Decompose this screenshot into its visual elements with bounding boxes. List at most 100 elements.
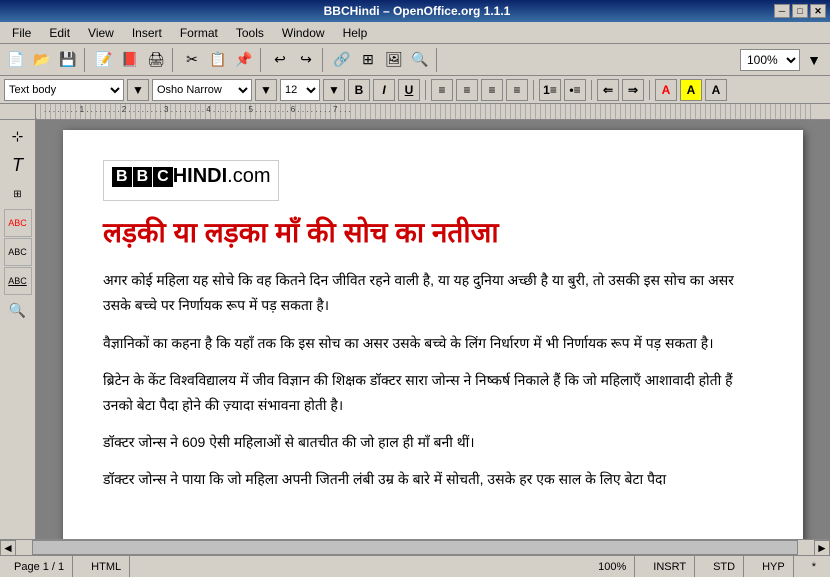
article-para1: अगर कोई महिला यह सोचे कि वह कितने दिन जी… (103, 268, 763, 318)
statusbar: Page 1 / 1 HTML 100% INSRT STD HYP * (0, 555, 830, 577)
insert-status: INSRT (645, 556, 695, 577)
redo-button[interactable]: ↪ (294, 48, 318, 72)
fmt-sep4 (649, 80, 650, 100)
selection-tool-button[interactable]: ⊹ (4, 122, 32, 150)
ruler: . . . . . . . . 1 . . . . . . . . 2 . . … (36, 104, 814, 119)
font-dropdown-button[interactable]: ▼ (255, 79, 277, 101)
hscroll-track[interactable] (32, 540, 798, 555)
font-select[interactable]: Osho Narrow (152, 79, 252, 101)
align-justify-button[interactable]: ≡ (506, 79, 528, 101)
sep5 (436, 48, 440, 72)
align-right-button[interactable]: ≡ (481, 79, 503, 101)
highlight-button[interactable]: A (680, 79, 702, 101)
menu-item-view[interactable]: View (80, 24, 122, 42)
copy-button[interactable]: 📋 (206, 48, 230, 72)
undo-button[interactable]: ↩ (268, 48, 292, 72)
bold-button[interactable]: B (348, 79, 370, 101)
sep4 (322, 48, 326, 72)
open-button[interactable]: 📂 (30, 48, 54, 72)
cut-button[interactable]: ✂ (180, 48, 204, 72)
numbering-button[interactable]: 1≡ (539, 79, 561, 101)
window-title: BBCHindi – OpenOffice.org 1.1.1 (60, 4, 774, 18)
bbc-hindi-label: HINDI (173, 165, 227, 188)
sep1 (84, 48, 88, 72)
article-para4: डॉक्टर जोन्स ने 609 ऐसी महिलाओं से बातची… (103, 430, 763, 455)
maximize-button[interactable]: □ (792, 4, 808, 18)
text-tool-button[interactable]: T (4, 151, 32, 179)
minimize-button[interactable]: ─ (774, 4, 790, 18)
align-left-button[interactable]: ≡ (431, 79, 453, 101)
ruler-wrapper: . . . . . . . . 1 . . . . . . . . 2 . . … (0, 104, 830, 120)
bullets-button[interactable]: •≡ (564, 79, 586, 101)
fmt-sep1 (425, 80, 426, 100)
formatting-toolbar: Text body ▼ Osho Narrow ▼ 12 10 14 16 ▼ … (0, 76, 830, 104)
page-info: Page 1 / 1 (6, 556, 73, 577)
style-dropdown-button[interactable]: ▼ (127, 79, 149, 101)
document-page: B B C HINDI.com लड़की या लड़का माँ की सो… (63, 130, 803, 539)
menu-item-insert[interactable]: Insert (124, 24, 170, 42)
increase-indent-button[interactable]: ⇒ (622, 79, 644, 101)
document-container[interactable]: B B C HINDI.com लड़की या लड़का माँ की सो… (36, 120, 830, 539)
zoom-status: 100% (590, 556, 635, 577)
hyperlink-button[interactable]: 🔗 (330, 48, 354, 72)
bbc-box-b: B (112, 167, 132, 187)
find-button[interactable]: 🔍 (408, 48, 432, 72)
zoom-select[interactable]: 100% 75% 150% (740, 49, 800, 71)
bbc-box-c: C (153, 167, 173, 187)
bbc-box-b2: B (133, 167, 153, 187)
abc-underline-button[interactable]: ABC (4, 267, 32, 295)
fmt-sep2 (533, 80, 534, 100)
article-para3: ब्रिटेन के केंट विश्वविद्यालय में जीव वि… (103, 368, 763, 418)
sep2 (172, 48, 176, 72)
zoom-dropdown-button[interactable]: ▼ (802, 48, 826, 72)
pdf-button[interactable]: 📕 (118, 48, 142, 72)
menu-item-format[interactable]: Format (172, 24, 226, 42)
menubar: FileEditViewInsertFormatToolsWindowHelp (0, 22, 830, 44)
search-replace-button[interactable]: 🔍 (4, 296, 32, 324)
sep3 (260, 48, 264, 72)
hscroll-left-button[interactable]: ◄ (0, 540, 16, 556)
font-color-button[interactable]: A (655, 79, 677, 101)
print-button[interactable]: 🖨 (144, 48, 168, 72)
table-button[interactable]: ⊞ (356, 48, 380, 72)
char-background-button[interactable]: A (705, 79, 727, 101)
paste-button[interactable]: 📌 (232, 48, 256, 72)
ruler-left-pad (0, 104, 36, 119)
menu-item-tools[interactable]: Tools (228, 24, 272, 42)
new-button[interactable]: 📄 (4, 48, 28, 72)
bbc-logo: B B C HINDI.com (112, 165, 270, 188)
menu-item-edit[interactable]: Edit (41, 24, 78, 42)
article-headline: लड़की या लड़का माँ की सोच का नतीजा (103, 213, 763, 252)
bbc-dotcom-label: .com (227, 165, 270, 188)
show-draw-button[interactable]: 🖼 (382, 48, 406, 72)
titlebar: BBCHindi – OpenOffice.org 1.1.1 ─ □ ✕ (0, 0, 830, 22)
horizontal-scrollbar[interactable]: ◄ ► (0, 539, 830, 555)
table-insert-button[interactable]: ⊞ (4, 180, 32, 208)
abc-red-button[interactable]: ABC (4, 209, 32, 237)
underline-button[interactable]: U (398, 79, 420, 101)
article-para5: डॉक्टर जोन्स ने पाया कि जो महिला अपनी जि… (103, 467, 763, 492)
italic-button[interactable]: I (373, 79, 395, 101)
abc-button[interactable]: ABC (4, 238, 32, 266)
main-toolbar: 📄 📂 💾 📝 📕 🖨 ✂ 📋 📌 ↩ ↪ 🔗 ⊞ 🖼 🔍 100% 75% 1… (0, 44, 830, 76)
close-button[interactable]: ✕ (810, 4, 826, 18)
decrease-indent-button[interactable]: ⇐ (597, 79, 619, 101)
doc-type: HTML (83, 556, 130, 577)
left-toolbar: ⊹ T ⊞ ABC ABC ABC 🔍 (0, 120, 36, 539)
fmt-sep3 (591, 80, 592, 100)
menu-item-window[interactable]: Window (274, 24, 333, 42)
std-status: STD (705, 556, 744, 577)
size-dropdown-button[interactable]: ▼ (323, 79, 345, 101)
menu-item-help[interactable]: Help (335, 24, 376, 42)
paragraph-style-select[interactable]: Text body (4, 79, 124, 101)
star-status: * (804, 556, 824, 577)
font-size-select[interactable]: 12 10 14 16 (280, 79, 320, 101)
hscroll-right-button[interactable]: ► (814, 540, 830, 556)
edit-file-button[interactable]: 📝 (92, 48, 116, 72)
align-center-button[interactable]: ≡ (456, 79, 478, 101)
bbc-logo-container: B B C HINDI.com (103, 160, 279, 201)
article-para2: वैज्ञानिकों का कहना है कि यहाँ तक कि इस … (103, 331, 763, 356)
hyp-status: HYP (754, 556, 794, 577)
menu-item-file[interactable]: File (4, 24, 39, 42)
save-button[interactable]: 💾 (56, 48, 80, 72)
